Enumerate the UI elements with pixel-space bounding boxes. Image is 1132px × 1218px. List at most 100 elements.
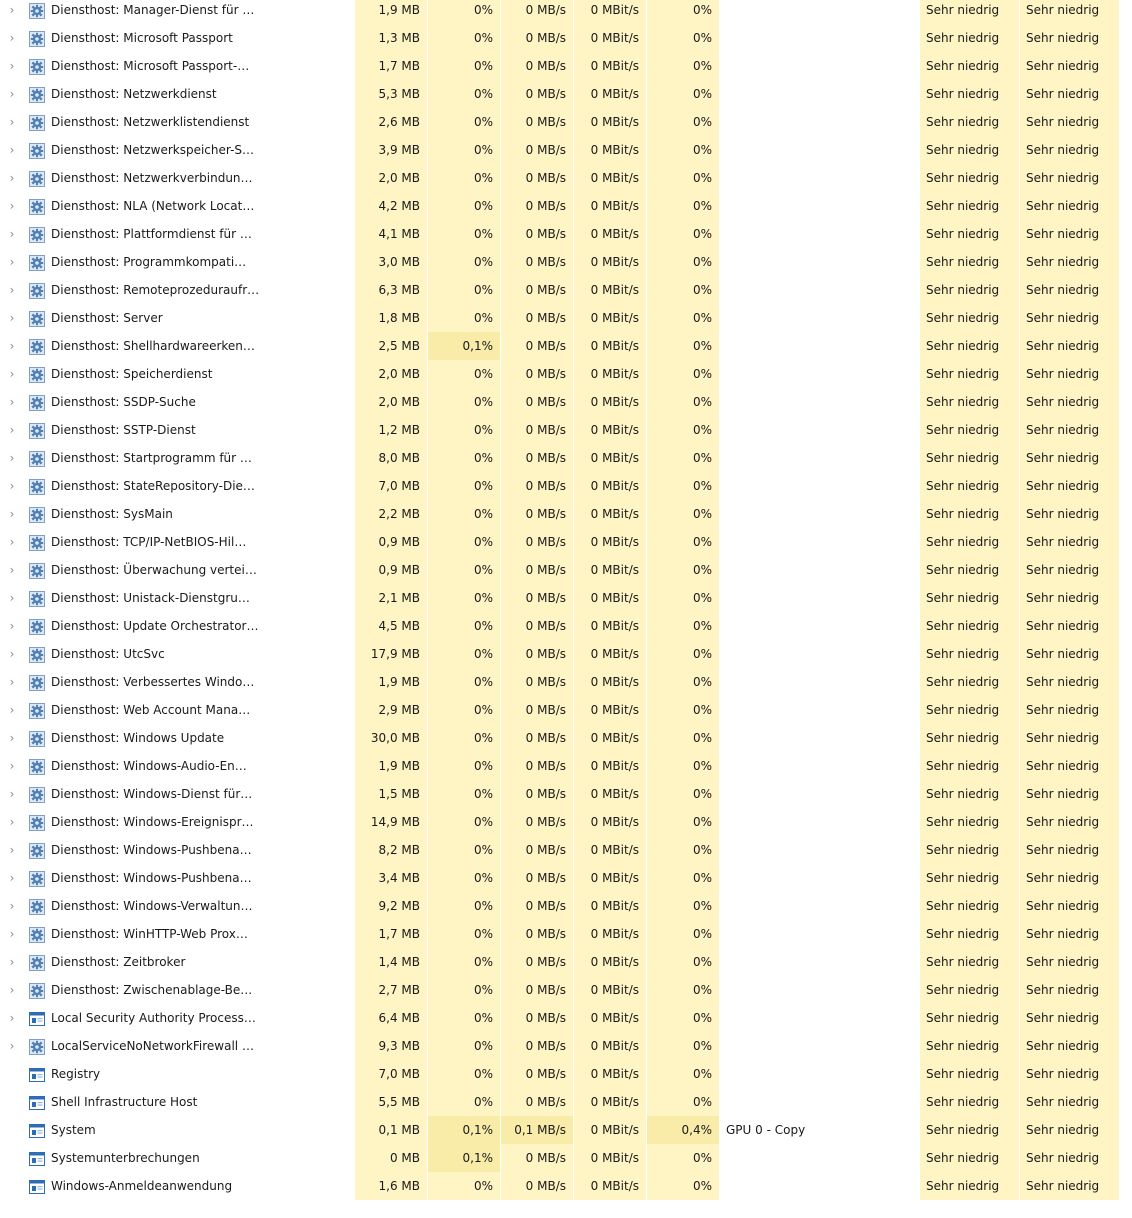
gpu-value: 0%: [647, 444, 719, 472]
process-name: Diensthost: StateRepository-Die…: [51, 479, 255, 493]
chevron-right-icon[interactable]: ›: [4, 1004, 20, 1032]
process-row[interactable]: › Diensthost: Windows-Verwaltun… 9,2 MB 0% 0…: [0, 892, 1132, 920]
chevron-right-icon[interactable]: ›: [4, 780, 20, 808]
process-row[interactable]: › Diensthost: Unistack-Dienstgru… 2,1 MB 0%…: [0, 584, 1132, 612]
chevron-right-icon[interactable]: ›: [4, 864, 20, 892]
chevron-right-icon[interactable]: ›: [4, 220, 20, 248]
process-row[interactable]: Registry 7,0 MB 0% 0 MB/s 0 MBit/s 0% Sehr nie…: [0, 1060, 1132, 1088]
chevron-right-icon[interactable]: ›: [4, 276, 20, 304]
process-name: Windows-Anmeldeanwendung: [51, 1179, 233, 1193]
chevron-right-icon[interactable]: ›: [4, 696, 20, 724]
chevron-right-icon[interactable]: ›: [4, 248, 20, 276]
chevron-right-icon[interactable]: ›: [4, 360, 20, 388]
power-usage-value: Sehr niedrig: [920, 528, 1019, 556]
gear-icon: [29, 843, 45, 859]
process-row[interactable]: › Diensthost: Shellhardwareerken… 2,5 MB 0,…: [0, 332, 1132, 360]
chevron-right-icon[interactable]: ›: [4, 836, 20, 864]
power-usage-value: Sehr niedrig: [920, 612, 1019, 640]
process-row[interactable]: › Diensthost: Microsoft Passport 1,3 MB 0% 0…: [0, 24, 1132, 52]
process-row[interactable]: Shell Infrastructure Host 5,5 MB 0% 0 MB/s 0…: [0, 1088, 1132, 1116]
gpu-value: 0%: [647, 500, 719, 528]
process-row[interactable]: › Diensthost: Zeitbroker 1,4 MB 0% 0 MB/s 0 M…: [0, 948, 1132, 976]
process-row[interactable]: › Diensthost: Microsoft Passport-… 1,7 MB 0…: [0, 52, 1132, 80]
chevron-right-icon[interactable]: ›: [4, 920, 20, 948]
process-row[interactable]: › LocalServiceNoNetworkFirewall … 9,3 MB 0%…: [0, 1032, 1132, 1060]
chevron-right-icon[interactable]: ›: [4, 388, 20, 416]
chevron-right-icon[interactable]: ›: [4, 192, 20, 220]
process-row[interactable]: › Diensthost: Web Account Mana… 2,9 MB 0% 0 …: [0, 696, 1132, 724]
chevron-right-icon[interactable]: ›: [4, 80, 20, 108]
process-row[interactable]: › Diensthost: Update Orchestrator… 4,5 MB 0…: [0, 612, 1132, 640]
process-row[interactable]: › Diensthost: Windows-Dienst für… 1,5 MB 0%…: [0, 780, 1132, 808]
chevron-right-icon[interactable]: ›: [4, 304, 20, 332]
chevron-right-icon[interactable]: ›: [4, 528, 20, 556]
process-row[interactable]: › Diensthost: Überwachung vertei… 0,9 MB 0%…: [0, 556, 1132, 584]
process-row[interactable]: › Diensthost: SSDP-Suche 2,0 MB 0% 0 MB/s 0 M…: [0, 388, 1132, 416]
power-trend-value: Sehr niedrig: [1020, 136, 1119, 164]
process-row[interactable]: Windows-Anmeldeanwendung 1,6 MB 0% 0 MB/s 0 …: [0, 1172, 1132, 1200]
process-row[interactable]: › Diensthost: Server 1,8 MB 0% 0 MB/s 0 MBit/…: [0, 304, 1132, 332]
process-row[interactable]: › Diensthost: Manager-Dienst für … 1,9 MB 0…: [0, 0, 1132, 24]
chevron-right-icon[interactable]: ›: [4, 136, 20, 164]
process-row[interactable]: › Diensthost: Speicherdienst 2,0 MB 0% 0 MB/…: [0, 360, 1132, 388]
power-usage-value: Sehr niedrig: [920, 864, 1019, 892]
chevron-right-icon[interactable]: ›: [4, 668, 20, 696]
process-row[interactable]: Systemunterbrechungen 0 MB 0,1% 0 MB/s 0 MBi…: [0, 1144, 1132, 1172]
chevron-right-icon[interactable]: ›: [4, 724, 20, 752]
chevron-right-icon[interactable]: ›: [4, 52, 20, 80]
chevron-right-icon[interactable]: ›: [4, 500, 20, 528]
process-row[interactable]: › Diensthost: TCP/IP-NetBIOS-Hil… 0,9 MB 0%…: [0, 528, 1132, 556]
chevron-right-icon[interactable]: ›: [4, 472, 20, 500]
process-row[interactable]: › Diensthost: Plattformdienst für … 4,1 MB…: [0, 220, 1132, 248]
chevron-right-icon[interactable]: ›: [4, 556, 20, 584]
process-row[interactable]: › Diensthost: Windows-Pushbena… 3,4 MB 0% 0 …: [0, 864, 1132, 892]
gpu-engine-value: [720, 416, 919, 444]
process-row[interactable]: › Diensthost: Startprogramm für … 8,0 MB 0%…: [0, 444, 1132, 472]
gear-icon: [29, 3, 45, 19]
gpu-value: 0%: [647, 836, 719, 864]
chevron-right-icon[interactable]: ›: [4, 976, 20, 1004]
disk-value: 0 MB/s: [501, 1144, 573, 1172]
chevron-right-icon[interactable]: ›: [4, 752, 20, 780]
chevron-right-icon[interactable]: ›: [4, 1032, 20, 1060]
process-row[interactable]: › Diensthost: Windows-Ereignispr… 14,9 MB 0…: [0, 808, 1132, 836]
chevron-right-icon[interactable]: ›: [4, 892, 20, 920]
process-row[interactable]: › Diensthost: Netzwerkverbindun… 2,0 MB 0% 0…: [0, 164, 1132, 192]
chevron-right-icon[interactable]: ›: [4, 24, 20, 52]
power-trend-value: Sehr niedrig: [1020, 836, 1119, 864]
process-row[interactable]: › Diensthost: NLA (Network Locat… 4,2 MB 0%…: [0, 192, 1132, 220]
chevron-right-icon[interactable]: ›: [4, 332, 20, 360]
chevron-right-icon[interactable]: ›: [4, 444, 20, 472]
process-row[interactable]: › Local Security Authority Process… 6,4 MB…: [0, 1004, 1132, 1032]
disk-value: 0 MB/s: [501, 136, 573, 164]
process-row[interactable]: › Diensthost: Verbessertes Windo… 1,9 MB 0%…: [0, 668, 1132, 696]
cpu-value: 0%: [428, 24, 500, 52]
cpu-value: 0%: [428, 920, 500, 948]
chevron-right-icon[interactable]: ›: [4, 808, 20, 836]
chevron-right-icon[interactable]: ›: [4, 584, 20, 612]
process-row[interactable]: › Diensthost: StateRepository-Die… 7,0 MB 0…: [0, 472, 1132, 500]
chevron-right-icon[interactable]: ›: [4, 948, 20, 976]
process-row[interactable]: › Diensthost: Windows-Pushbena… 8,2 MB 0% 0 …: [0, 836, 1132, 864]
process-row[interactable]: › Diensthost: Netzwerkdienst 5,3 MB 0% 0 MB/…: [0, 80, 1132, 108]
process-row[interactable]: › Diensthost: SSTP-Dienst 1,2 MB 0% 0 MB/s 0 …: [0, 416, 1132, 444]
process-row[interactable]: › Diensthost: Netzwerkspeicher-S… 3,9 MB 0%…: [0, 136, 1132, 164]
process-row[interactable]: › Diensthost: Programmkompati… 3,0 MB 0% 0 M…: [0, 248, 1132, 276]
process-row[interactable]: › Diensthost: UtcSvc 17,9 MB 0% 0 MB/s 0 MBit…: [0, 640, 1132, 668]
chevron-right-icon[interactable]: ›: [4, 416, 20, 444]
chevron-right-icon[interactable]: ›: [4, 0, 20, 24]
gpu-engine-value: [720, 472, 919, 500]
chevron-right-icon[interactable]: ›: [4, 164, 20, 192]
process-row[interactable]: › Diensthost: Netzwerklistendienst 2,6 MB 0…: [0, 108, 1132, 136]
chevron-right-icon[interactable]: ›: [4, 108, 20, 136]
process-row[interactable]: › Diensthost: Remoteprozeduraufr… 6,3 MB 0%…: [0, 276, 1132, 304]
process-row[interactable]: System 0,1 MB 0,1% 0,1 MB/s 0 MBit/s 0,4% GPU …: [0, 1116, 1132, 1144]
process-row[interactable]: › Diensthost: Zwischenablage-Be… 2,7 MB 0% 0…: [0, 976, 1132, 1004]
chevron-right-icon[interactable]: ›: [4, 612, 20, 640]
process-row[interactable]: › Diensthost: Windows Update 30,0 MB 0% 0 MB…: [0, 724, 1132, 752]
process-row[interactable]: › Diensthost: Windows-Audio-En… 1,9 MB 0% 0 …: [0, 752, 1132, 780]
chevron-right-icon[interactable]: ›: [4, 640, 20, 668]
process-row[interactable]: › Diensthost: SysMain 2,2 MB 0% 0 MB/s 0 MBit…: [0, 500, 1132, 528]
process-row[interactable]: › Diensthost: WinHTTP-Web Prox… 1,7 MB 0% 0 …: [0, 920, 1132, 948]
gpu-engine-value: [720, 164, 919, 192]
